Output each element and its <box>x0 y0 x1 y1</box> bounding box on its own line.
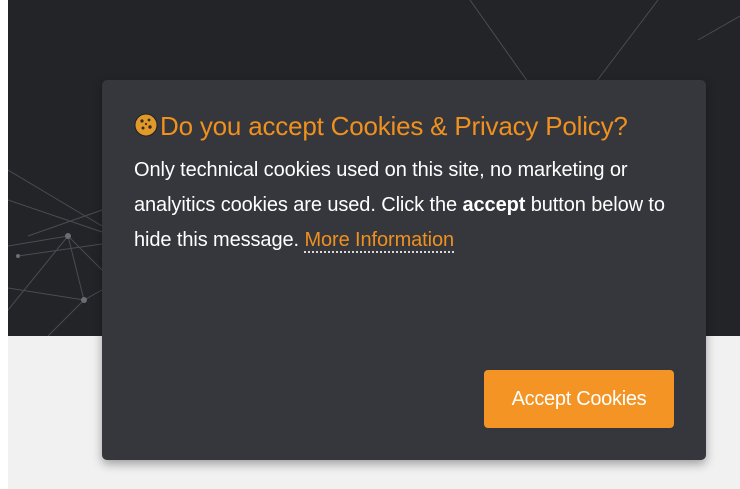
cookie-icon <box>134 113 158 137</box>
accept-cookies-button[interactable]: Accept Cookies <box>484 370 674 428</box>
page: Do you accept Cookies & Privacy Policy? … <box>0 0 740 489</box>
cookie-dialog-title: Do you accept Cookies & Privacy Policy? <box>134 110 674 143</box>
more-information-link[interactable]: More Information <box>304 229 454 253</box>
cookie-dialog-title-text: Do you accept Cookies & Privacy Policy? <box>160 111 628 141</box>
cookie-consent-dialog: Do you accept Cookies & Privacy Policy? … <box>102 80 706 460</box>
cookie-dialog-message: Only technical cookies used on this site… <box>134 153 674 258</box>
message-bold-text: accept <box>462 194 526 216</box>
